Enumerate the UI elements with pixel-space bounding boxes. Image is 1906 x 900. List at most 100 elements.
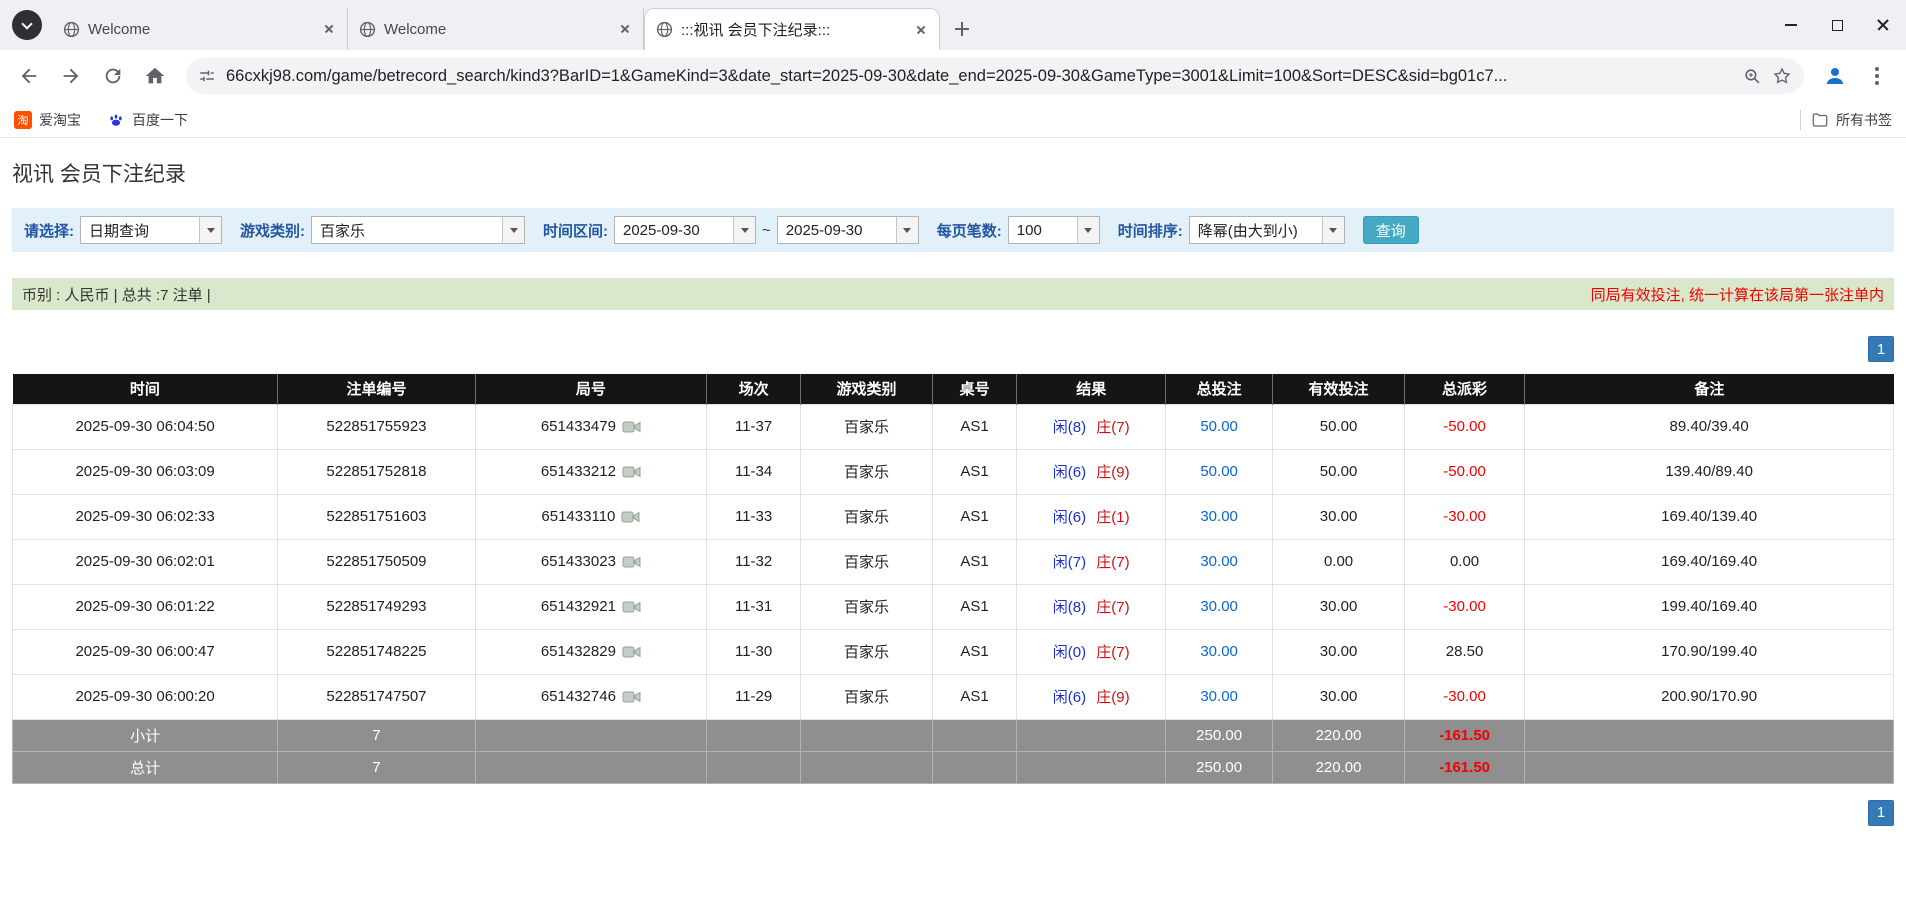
cell-bet-id: 522851752818 <box>278 449 476 494</box>
total-bet-link[interactable]: 50.00 <box>1200 418 1238 435</box>
page-size-dropdown[interactable]: 100 <box>1008 216 1100 244</box>
url-text: 66cxkj98.com/game/betrecord_search/kind3… <box>226 67 1733 86</box>
dropdown-button[interactable] <box>199 217 221 243</box>
total-label: 总计 <box>13 751 278 783</box>
tab-title: Welcome <box>88 21 313 38</box>
minimize-icon <box>1785 24 1797 26</box>
header-note: 备注 <box>1525 374 1894 404</box>
select-mode-dropdown[interactable]: 日期查询 <box>80 216 222 244</box>
bookmark-star-icon[interactable] <box>1772 66 1792 86</box>
table-row: 2025-09-30 06:03:09 522851752818 6514332… <box>13 449 1894 494</box>
site-settings-icon[interactable] <box>198 67 216 85</box>
browser-tab-strip: Welcome Welcome :::视讯 会员下注纪录::: <box>0 0 1906 50</box>
video-replay-icon[interactable] <box>622 555 641 569</box>
window-maximize-button[interactable] <box>1814 0 1860 50</box>
address-bar[interactable]: 66cxkj98.com/game/betrecord_search/kind3… <box>186 58 1804 94</box>
result-banker: 庄(7) <box>1096 554 1129 571</box>
page-size-label: 每页笔数: <box>937 220 1002 241</box>
cell-game-type: 百家乐 <box>801 404 933 449</box>
cell-note: 89.40/39.40 <box>1525 404 1894 449</box>
cell-note: 169.40/139.40 <box>1525 494 1894 539</box>
cell-round: 651432746 <box>475 674 706 719</box>
cell-payout: -30.00 <box>1404 494 1524 539</box>
bet-records-table: 时间 注单编号 局号 场次 游戏类别 桌号 结果 总投注 有效投注 总派彩 备注… <box>12 374 1894 784</box>
cell-note: 139.40/89.40 <box>1525 449 1894 494</box>
total-bet-link[interactable]: 30.00 <box>1200 553 1238 570</box>
browser-tab-2[interactable]: Welcome <box>348 8 644 50</box>
cell-payout: 28.50 <box>1404 629 1524 674</box>
browser-tab-active[interactable]: :::视讯 会员下注纪录::: <box>644 8 940 50</box>
bookmarks-bar: 淘 爱淘宝 百度一下 所有书签 <box>0 102 1906 138</box>
reload-button[interactable] <box>94 57 132 95</box>
table-row: 2025-09-30 06:02:01 522851750509 6514330… <box>13 539 1894 584</box>
result-player: 闲(6) <box>1053 689 1086 706</box>
forward-button[interactable] <box>52 57 90 95</box>
table-row: 2025-09-30 06:04:50 522851755923 6514334… <box>13 404 1894 449</box>
game-type-value: 百家乐 <box>312 217 502 243</box>
globe-favicon <box>358 20 376 38</box>
cell-bet-id: 522851751603 <box>278 494 476 539</box>
home-button[interactable] <box>136 57 174 95</box>
video-replay-icon[interactable] <box>622 690 641 704</box>
total-bet-link[interactable]: 30.00 <box>1200 508 1238 525</box>
video-replay-icon[interactable] <box>622 465 641 479</box>
search-button[interactable]: 查询 <box>1363 216 1419 244</box>
cell-result: 闲(6) 庄(9) <box>1017 674 1166 719</box>
tab-title: :::视讯 会员下注纪录::: <box>681 19 905 40</box>
cell-time: 2025-09-30 06:02:33 <box>13 494 278 539</box>
tab-search-button[interactable] <box>12 10 42 40</box>
total-bet-link[interactable]: 30.00 <box>1200 688 1238 705</box>
bookmark-aitaobao[interactable]: 淘 爱淘宝 <box>14 110 81 130</box>
game-type-dropdown[interactable]: 百家乐 <box>311 216 525 244</box>
total-bet-link[interactable]: 30.00 <box>1200 643 1238 660</box>
cell-valid-bet: 50.00 <box>1273 404 1405 449</box>
select-mode-label: 请选择: <box>24 220 74 241</box>
tab-close-icon[interactable] <box>617 21 633 37</box>
total-bet-link[interactable]: 50.00 <box>1200 463 1238 480</box>
dropdown-button[interactable] <box>1077 217 1099 243</box>
cell-bet-id: 522851750509 <box>278 539 476 584</box>
total-empty-cell <box>801 751 933 783</box>
dropdown-button[interactable] <box>733 217 755 243</box>
sort-order-dropdown[interactable]: 降幂(由大到小) <box>1189 216 1345 244</box>
subtotal-empty-cell <box>707 719 801 751</box>
page-content: 视讯 会员下注纪录 请选择: 日期查询 游戏类别: 百家乐 时间区间: 2025… <box>0 158 1906 826</box>
home-icon <box>144 65 166 87</box>
dropdown-button[interactable] <box>896 217 918 243</box>
video-replay-icon[interactable] <box>622 645 641 659</box>
zoom-icon[interactable] <box>1743 67 1762 86</box>
dropdown-button[interactable] <box>502 217 524 243</box>
dropdown-button[interactable] <box>1322 217 1344 243</box>
cell-note: 199.40/169.40 <box>1525 584 1894 629</box>
new-tab-button[interactable] <box>948 15 976 43</box>
profile-avatar-button[interactable] <box>1816 57 1854 95</box>
video-replay-icon[interactable] <box>622 420 641 434</box>
tab-close-icon[interactable] <box>913 22 929 38</box>
window-close-button[interactable] <box>1860 0 1906 50</box>
video-replay-icon[interactable] <box>621 510 640 524</box>
page-1-button[interactable]: 1 <box>1868 800 1894 826</box>
date-start-dropdown[interactable]: 2025-09-30 <box>614 216 756 244</box>
total-valid-bet: 220.00 <box>1273 751 1405 783</box>
avatar-icon <box>1823 64 1847 88</box>
bookmark-baidu[interactable]: 百度一下 <box>107 110 188 130</box>
cell-table-no: AS1 <box>932 629 1017 674</box>
date-end-dropdown[interactable]: 2025-09-30 <box>777 216 919 244</box>
browser-menu-button[interactable] <box>1858 57 1896 95</box>
browser-tab-1[interactable]: Welcome <box>52 8 348 50</box>
all-bookmarks-button[interactable]: 所有书签 <box>1811 110 1892 130</box>
date-start-value: 2025-09-30 <box>615 217 733 243</box>
globe-favicon <box>62 20 80 38</box>
page-1-button[interactable]: 1 <box>1868 336 1894 362</box>
cell-bet-id: 522851755923 <box>278 404 476 449</box>
back-button[interactable] <box>10 57 48 95</box>
video-replay-icon[interactable] <box>622 600 641 614</box>
page-title: 视讯 会员下注纪录 <box>12 158 1894 188</box>
total-bet-link[interactable]: 30.00 <box>1200 598 1238 615</box>
cell-time: 2025-09-30 06:02:01 <box>13 539 278 584</box>
all-bookmarks-label: 所有书签 <box>1836 110 1892 130</box>
window-minimize-button[interactable] <box>1768 0 1814 50</box>
cell-payout: -50.00 <box>1404 404 1524 449</box>
tab-close-icon[interactable] <box>321 21 337 37</box>
cell-payout: -50.00 <box>1404 449 1524 494</box>
